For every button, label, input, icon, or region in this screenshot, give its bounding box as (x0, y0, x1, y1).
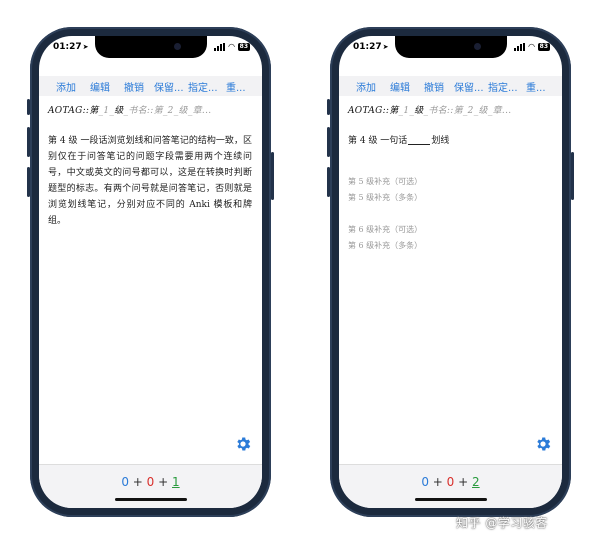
screen-right: 01:27➤ ◠ 83 添加 编辑 撤销 保留... 指定... 重... AO… (339, 36, 562, 508)
new-count: 0 (421, 475, 429, 489)
location-icon: ➤ (82, 43, 89, 51)
deck-tag: AOTAG::第_1_级_书名::第_2_级_章... (348, 106, 512, 116)
card-text: 第 4 级 一段话浏览划线和问答笔记的结构一致，区别仅在于问答笔记的问题字段需要… (48, 136, 252, 226)
silent-switch (27, 99, 30, 115)
battery-icon: 83 (537, 42, 550, 51)
power-button (271, 152, 274, 200)
phone-right: 01:27➤ ◠ 83 添加 编辑 撤销 保留... 指定... 重... AO… (327, 27, 574, 517)
supplement-line: 第 5 级补充（多条） (348, 193, 423, 202)
supplement-line: 第 6 级补充（多条） (348, 241, 423, 250)
wifi-icon: ◠ (228, 42, 235, 51)
gear-icon[interactable] (534, 435, 552, 453)
bury-button[interactable]: 保留... (454, 79, 488, 94)
wifi-icon: ◠ (528, 42, 535, 51)
volume-down-button (327, 167, 330, 197)
answer-bar: 0 + 0 + 2 (339, 464, 562, 508)
card-content: AOTAG::第_1_级_书名::第_2_级_章... 第 4 级 一段话浏览划… (48, 103, 252, 229)
undo-button[interactable]: 撤销 (424, 79, 454, 94)
learn-count: 0 (146, 475, 155, 489)
screen-left: 01:27➤ ◠ 83 添加 编辑 撤销 保留... 指定... 重... AO… (39, 36, 262, 508)
toolbar: 添加 编辑 撤销 保留... 指定... 重... (39, 76, 262, 96)
new-count: 0 (121, 475, 129, 489)
add-button[interactable]: 添加 (356, 79, 390, 94)
learn-count: 0 (446, 475, 455, 489)
bury-button[interactable]: 保留... (154, 79, 188, 94)
watermark: 知乎 @学习骇客 (456, 516, 548, 530)
deck-tag: AOTAG::第_1_级_书名::第_2_级_章... (48, 106, 212, 116)
status-bar: 01:27➤ ◠ 83 (39, 36, 262, 58)
signal-icon (514, 42, 526, 51)
cloze-line: 第 4 级 一句话 划线 (348, 135, 450, 146)
volume-up-button (27, 127, 30, 157)
cloze-blank (408, 135, 431, 145)
edit-button[interactable]: 编辑 (90, 79, 124, 94)
toolbar: 添加 编辑 撤销 保留... 指定... 重... (339, 76, 562, 96)
home-indicator (414, 498, 487, 501)
edit-button[interactable]: 编辑 (390, 79, 424, 94)
silent-switch (327, 99, 330, 115)
phone-left: 01:27➤ ◠ 83 添加 编辑 撤销 保留... 指定... 重... AO… (27, 27, 274, 517)
signal-icon (214, 42, 226, 51)
add-button[interactable]: 添加 (56, 79, 90, 94)
gear-icon[interactable] (234, 435, 252, 453)
supplement-line: 第 5 级补充（可选） (348, 177, 423, 186)
review-counts: 0 + 0 + 1 (121, 475, 180, 489)
reset-button[interactable]: 重... (226, 79, 246, 94)
status-bar: 01:27➤ ◠ 83 (339, 36, 562, 58)
review-count: 2 (472, 475, 480, 489)
home-indicator (114, 498, 187, 501)
volume-down-button (27, 167, 30, 197)
card-content: AOTAG::第_1_级_书名::第_2_级_章... 第 4 级 一句话 划线 … (348, 103, 552, 254)
review-count: 1 (172, 475, 180, 489)
status-time: 01:27 (53, 42, 82, 52)
review-counts: 0 + 0 + 2 (421, 475, 480, 489)
location-icon: ➤ (382, 43, 389, 51)
set-due-button[interactable]: 指定... (188, 79, 226, 94)
power-button (571, 152, 574, 200)
undo-button[interactable]: 撤销 (124, 79, 154, 94)
volume-up-button (327, 127, 330, 157)
status-time: 01:27 (353, 42, 382, 52)
battery-icon: 83 (237, 42, 250, 51)
reset-button[interactable]: 重... (526, 79, 546, 94)
set-due-button[interactable]: 指定... (488, 79, 526, 94)
supplement-line: 第 6 级补充（可选） (348, 225, 423, 234)
answer-bar: 0 + 0 + 1 (39, 464, 262, 508)
